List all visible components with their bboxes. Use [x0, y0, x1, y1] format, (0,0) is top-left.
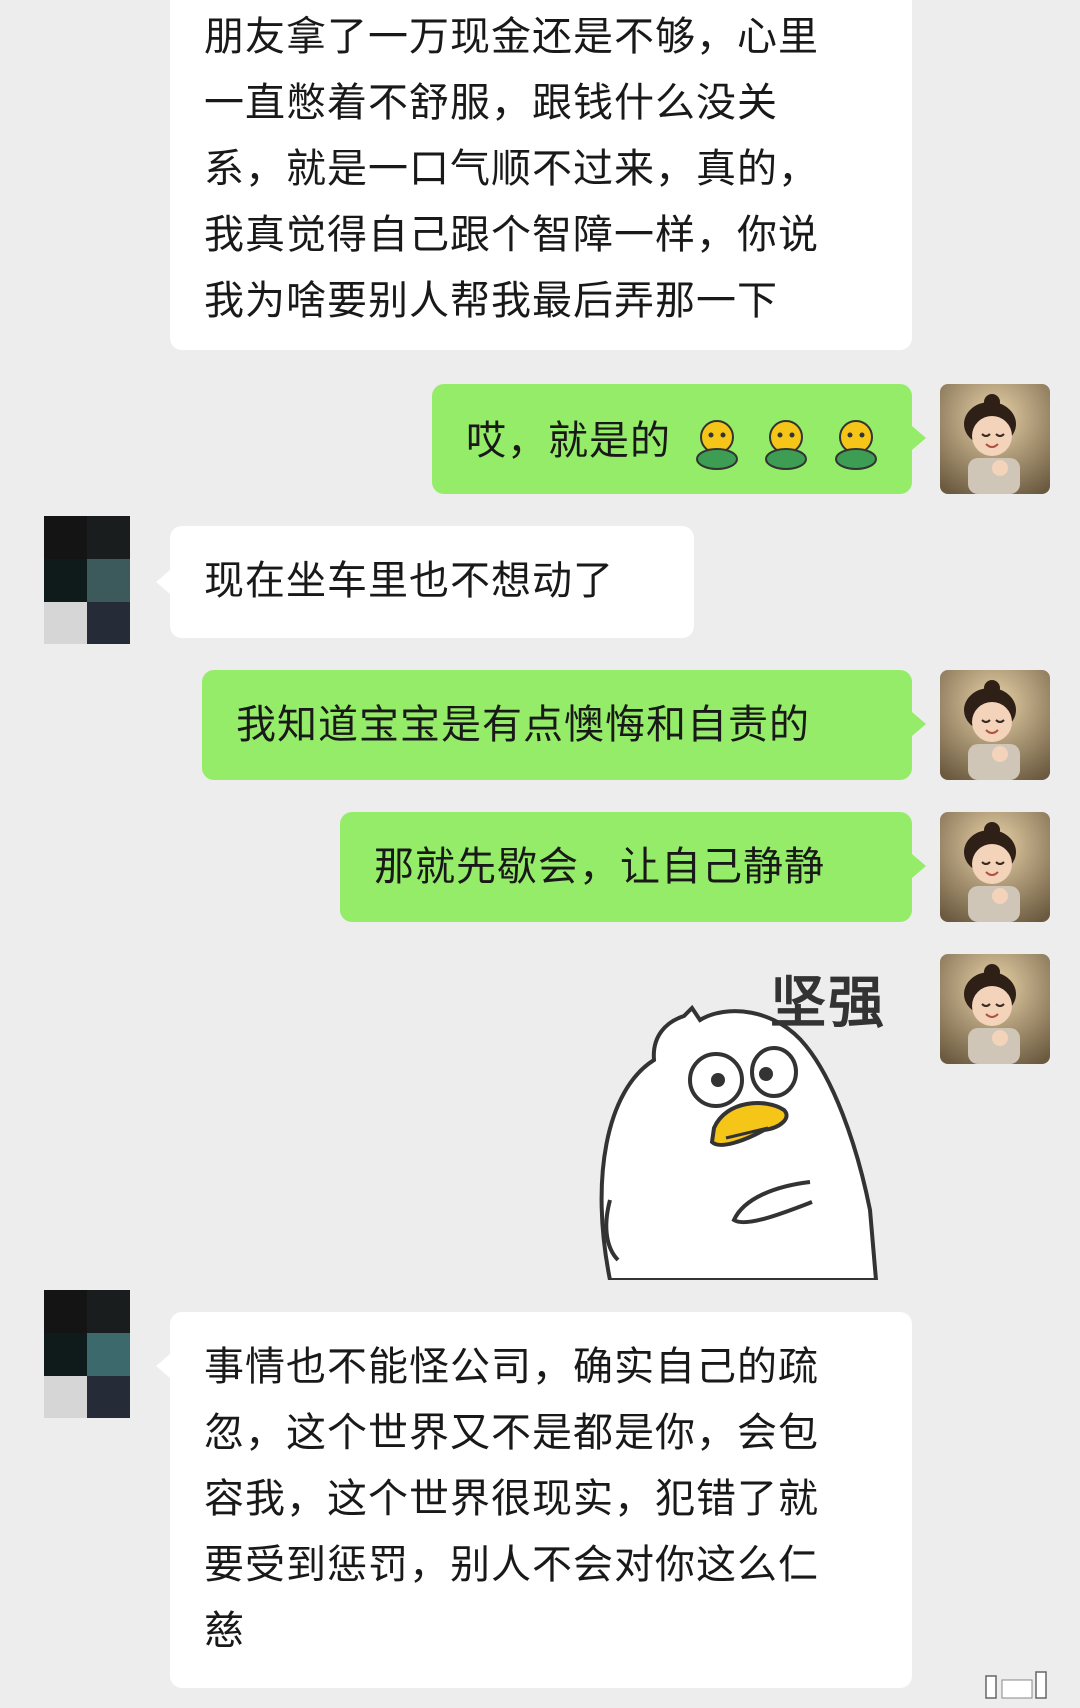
message-bubble-outgoing[interactable]: 我知道宝宝是有点懊悔和自责的 [202, 670, 912, 780]
sticker-caption: 坚强 [770, 971, 886, 1036]
corner-bars-icon [985, 1671, 1047, 1699]
contact-avatar[interactable] [44, 1290, 130, 1418]
self-avatar[interactable] [940, 812, 1050, 922]
message-text: 那就先歇会，让自己静静 [374, 844, 825, 890]
mosaic-avatar-icon [44, 516, 130, 644]
bubble-tail [912, 712, 926, 736]
bubble-tail [156, 570, 170, 594]
mosaic-avatar-icon [44, 1290, 130, 1418]
self-avatar[interactable] [940, 384, 1050, 494]
message-bubble-outgoing[interactable]: 哎，就是的 [432, 384, 912, 494]
self-avatar[interactable] [940, 954, 1050, 1064]
message-bubble-incoming[interactable]: 朋友拿了一万现金还是不够，心里 一直憋着不舒服，跟钱什么没关 系，就是一口气顺不… [170, 0, 912, 350]
bubble-tail [912, 854, 926, 878]
bubble-tail [912, 426, 926, 450]
girl-photo-avatar-icon [940, 384, 1050, 494]
contact-avatar[interactable] [44, 516, 130, 644]
bubble-tail [156, 1354, 170, 1378]
self-avatar[interactable] [940, 670, 1050, 780]
message-text: 现在坐车里也不想动了 [204, 558, 614, 604]
girl-photo-avatar-icon [940, 670, 1050, 780]
duck-emoji-group [689, 408, 884, 474]
duck-emoji-icon [695, 420, 738, 470]
message-text: 事情也不能怪公司，确实自己的疏 忽，这个世界又不是都是你，会包 容我，这个世界很… [204, 1344, 819, 1654]
message-text: 朋友拿了一万现金还是不够，心里 一直憋着不舒服，跟钱什么没关 系，就是一口气顺不… [204, 14, 819, 324]
girl-photo-avatar-icon [940, 954, 1050, 1064]
message-text: 我知道宝宝是有点懊悔和自责的 [236, 702, 810, 748]
message-bubble-incoming[interactable]: 事情也不能怪公司，确实自己的疏 忽，这个世界又不是都是你，会包 容我，这个世界很… [170, 1312, 912, 1688]
duck-emoji-icon [765, 420, 808, 470]
duck-emoji-icon [835, 420, 878, 470]
message-bubble-outgoing[interactable]: 那就先歇会，让自己静静 [340, 812, 912, 922]
message-bubble-incoming[interactable]: 现在坐车里也不想动了 [170, 526, 694, 638]
message-text: 哎，就是的 [466, 418, 671, 464]
girl-photo-avatar-icon [940, 812, 1050, 922]
